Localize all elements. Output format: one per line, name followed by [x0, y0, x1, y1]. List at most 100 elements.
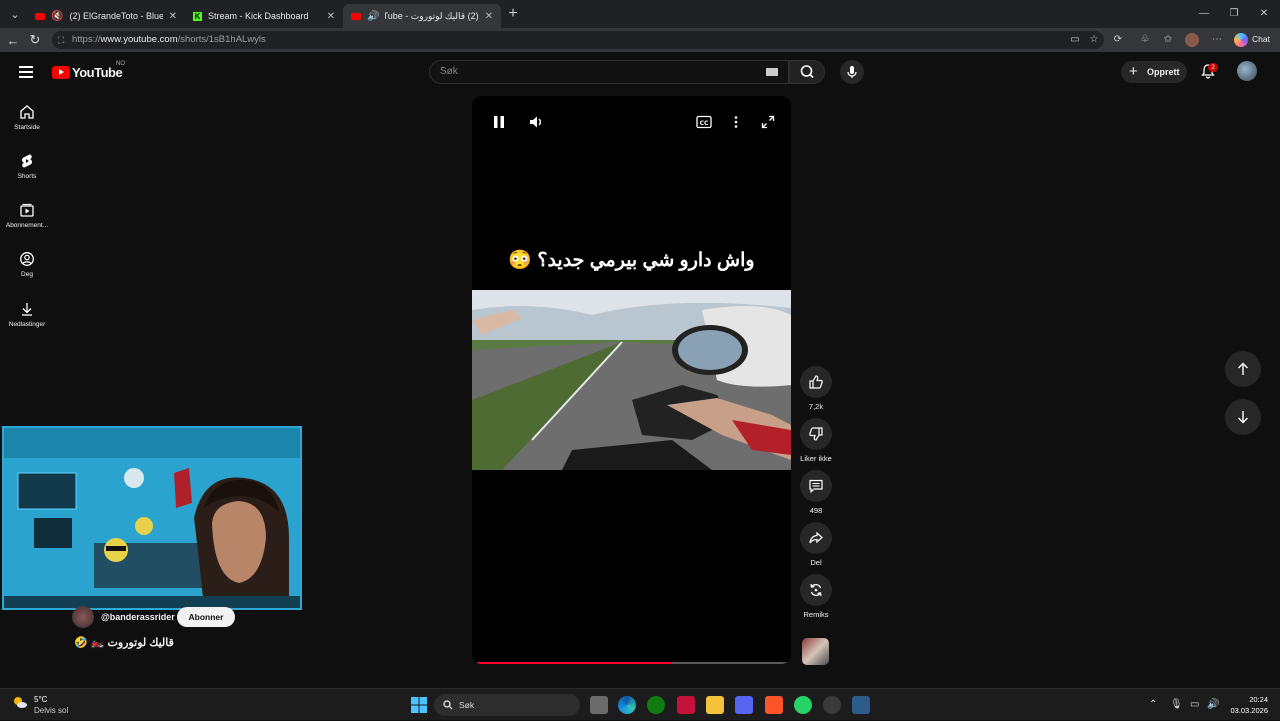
- maximize-button[interactable]: ❐: [1218, 0, 1250, 28]
- close-window-button[interactable]: ✕: [1248, 0, 1280, 28]
- show-hidden-icons-icon[interactable]: ⌃: [1149, 689, 1157, 721]
- back-button[interactable]: ←: [2, 29, 24, 51]
- tab-title: (2) قاليك لوتوروت - YouTube: [385, 10, 479, 21]
- sidebar-item-home[interactable]: Startside: [0, 104, 54, 131]
- more-menu-icon[interactable]: ⋯: [1210, 33, 1224, 47]
- channel-avatar[interactable]: [72, 606, 94, 628]
- kick-favicon-icon: K: [193, 11, 202, 21]
- dislike-label: Liker ikke: [800, 454, 832, 463]
- xbox-icon[interactable]: [647, 696, 665, 714]
- site-info-icon[interactable]: ⛶: [58, 31, 64, 49]
- profile-avatar-icon[interactable]: [1185, 33, 1199, 47]
- comment-icon: [809, 479, 823, 494]
- dislike-button[interactable]: Liker ikke: [800, 418, 832, 463]
- download-icon: [22, 303, 32, 316]
- settings-gear-icon[interactable]: [852, 696, 870, 714]
- hamburger-menu-icon[interactable]: [19, 66, 33, 81]
- subscribe-button[interactable]: Abonner: [177, 607, 235, 627]
- url-host: www.youtube.com: [100, 34, 178, 45]
- windows-start-icon[interactable]: [410, 696, 428, 714]
- video-frame: [472, 290, 791, 470]
- brave-browser-icon[interactable]: [765, 696, 783, 714]
- sidebar-label: Shorts: [17, 173, 37, 180]
- search-input[interactable]: Søk: [429, 60, 789, 84]
- sidebar-item-subscriptions[interactable]: Abonnement...: [0, 202, 54, 229]
- thumbs-up-icon: [809, 375, 823, 389]
- share-label: Del: [810, 558, 822, 567]
- sidebar-item-downloads[interactable]: Nedlastinger: [0, 301, 54, 328]
- windows-taskbar: 5°C Delvis sol Søk ⌃ 🎙 ▭ 🔊 20:24 03.03.2…: [0, 688, 1280, 720]
- volume-tray-icon[interactable]: 🔊: [1207, 689, 1219, 721]
- previous-short-button[interactable]: [1225, 351, 1261, 387]
- like-button[interactable]: 7,2k: [800, 366, 832, 411]
- remix-label: Remiks: [803, 610, 829, 619]
- split-screen-icon[interactable]: ▭: [1068, 33, 1082, 47]
- search-button[interactable]: [789, 60, 825, 84]
- youtube-play-icon: [52, 66, 70, 79]
- favorite-star-icon[interactable]: ☆: [1087, 33, 1101, 47]
- next-short-button[interactable]: [1225, 399, 1261, 435]
- refresh-button[interactable]: ↻: [24, 29, 46, 51]
- minimize-button[interactable]: —: [1188, 0, 1220, 28]
- account-avatar[interactable]: [1237, 61, 1257, 81]
- sidebar-label: Abonnement...: [5, 222, 49, 229]
- close-tab-icon[interactable]: ✕: [169, 11, 177, 22]
- home-icon: [20, 105, 34, 119]
- captions-icon[interactable]: CC: [696, 115, 712, 129]
- create-button[interactable]: + Opprett: [1121, 61, 1187, 83]
- url-field[interactable]: ⛶ https://www.youtube.com/shorts/1sB1hAL…: [52, 31, 1104, 49]
- browser-tab-1[interactable]: 🔇 (2) ElGrandeToto - Blue Love ( ✕: [27, 4, 185, 28]
- comments-button[interactable]: 498: [800, 470, 832, 515]
- chat-label[interactable]: Chat: [1252, 34, 1270, 44]
- video-progress-bar[interactable]: [477, 662, 787, 664]
- file-explorer-icon[interactable]: [706, 696, 724, 714]
- tab-actions-menu[interactable]: ⌄: [3, 3, 27, 25]
- channel-name[interactable]: @banderassrider: [101, 612, 175, 622]
- arrow-down-icon: [1238, 411, 1248, 424]
- remix-button[interactable]: Remiks: [800, 574, 832, 619]
- extensions-icon[interactable]: ⟳: [1111, 33, 1125, 47]
- sound-thumbnail[interactable]: [802, 638, 829, 665]
- browser-essentials-icon[interactable]: ♧: [1138, 33, 1152, 47]
- favorites-icon[interactable]: ✩: [1161, 33, 1175, 47]
- youtube-logo[interactable]: YouTube NO: [52, 61, 125, 80]
- shorts-player[interactable]: CC واش دارو شي بيرمي جديد؟ 😳: [472, 96, 791, 664]
- taskbar-search[interactable]: Søk: [434, 694, 580, 716]
- speaker-icon[interactable]: 🔊: [367, 11, 379, 22]
- search-icon: [443, 700, 453, 710]
- voice-search-button[interactable]: [840, 60, 864, 84]
- microphone-tray-icon[interactable]: 🎙: [1170, 689, 1183, 721]
- weather-desc: Delvis sol: [34, 706, 69, 715]
- notification-count-badge: 2: [1208, 63, 1218, 72]
- sidebar-item-you[interactable]: Deg: [0, 251, 54, 278]
- app-gauge-icon[interactable]: [823, 696, 841, 714]
- share-button[interactable]: Del: [800, 522, 832, 567]
- mic-icon: [847, 66, 857, 78]
- browser-tab-3-active[interactable]: 🔊 (2) قاليك لوتوروت - YouTube ✕: [343, 4, 501, 28]
- discord-icon[interactable]: [735, 696, 753, 714]
- whatsapp-icon[interactable]: [794, 696, 812, 714]
- sidebar-item-shorts[interactable]: Shorts: [0, 153, 54, 180]
- keyboard-icon[interactable]: [766, 68, 778, 76]
- browser-tab-2[interactable]: K Stream - Kick Dashboard ✕: [185, 4, 343, 28]
- more-options-icon[interactable]: [730, 115, 742, 129]
- network-icon[interactable]: ▭: [1190, 689, 1199, 721]
- fullscreen-icon[interactable]: [761, 115, 775, 129]
- copilot-icon[interactable]: [1234, 33, 1248, 47]
- close-tab-icon[interactable]: ✕: [327, 11, 335, 22]
- youtube-favicon-icon: [351, 12, 361, 20]
- volume-icon[interactable]: [528, 114, 544, 130]
- sidebar-label: Startside: [14, 124, 40, 131]
- pause-icon[interactable]: [492, 115, 506, 129]
- subscriptions-icon: [20, 203, 34, 217]
- like-count: 7,2k: [808, 402, 824, 411]
- new-tab-button[interactable]: +: [501, 5, 525, 23]
- edge-browser-icon[interactable]: [618, 696, 636, 714]
- webcam-image: [4, 428, 300, 608]
- task-view-icon[interactable]: [590, 696, 608, 714]
- app-a-icon[interactable]: [677, 696, 695, 714]
- partly-sunny-icon: [14, 697, 27, 708]
- system-clock[interactable]: 20:24 03.03.2026: [1224, 694, 1268, 716]
- close-tab-icon[interactable]: ✕: [485, 11, 493, 22]
- speaker-icon[interactable]: 🔇: [51, 11, 63, 22]
